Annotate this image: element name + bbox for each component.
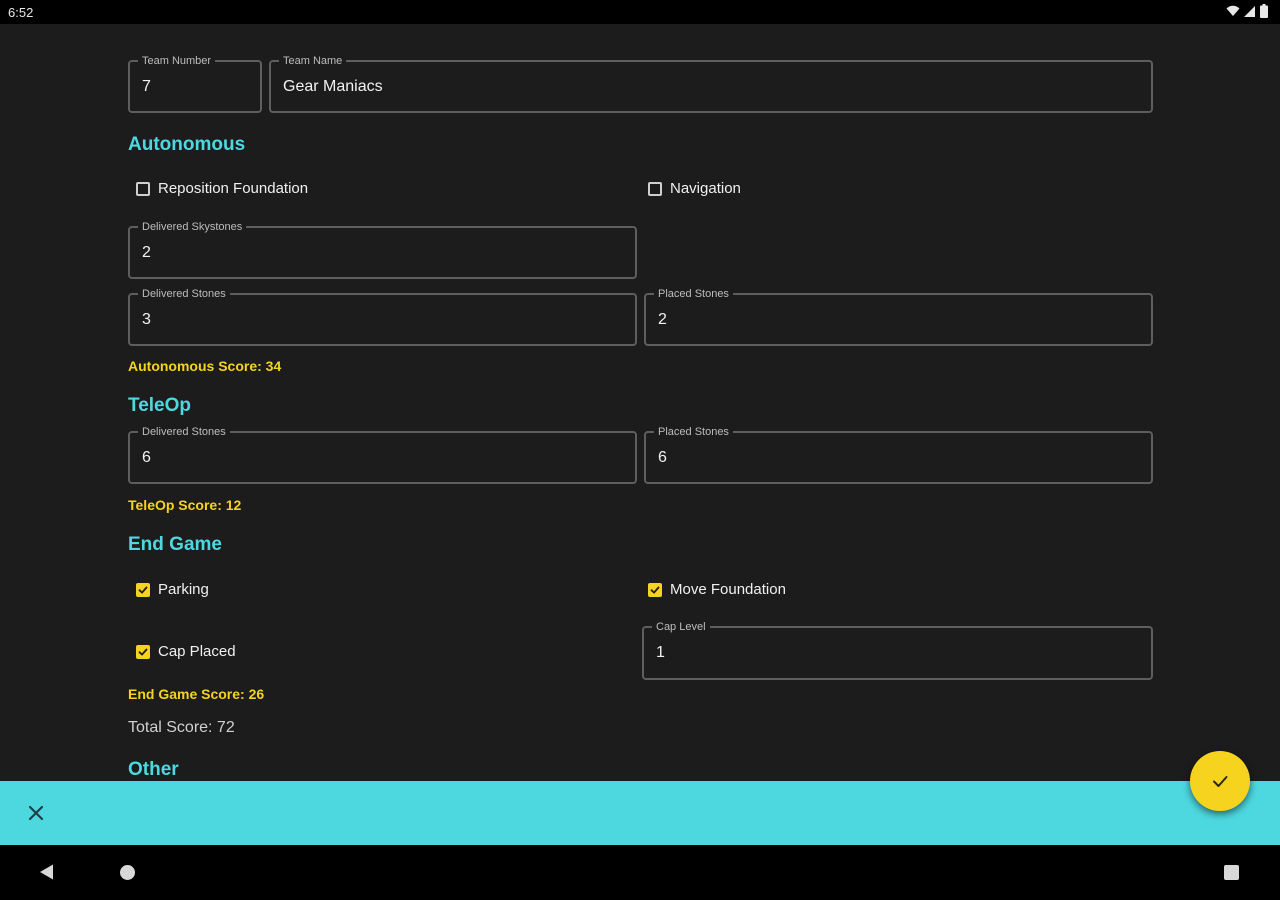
checkbox-box[interactable] bbox=[648, 582, 662, 597]
close-icon bbox=[28, 805, 44, 821]
teleop-delivered-stones-field[interactable]: Delivered Stones 6 bbox=[128, 425, 637, 484]
navigation-label: Navigation bbox=[670, 180, 741, 197]
status-icons bbox=[1226, 4, 1268, 18]
team-name-value: Gear Maniacs bbox=[283, 77, 383, 95]
back-icon[interactable] bbox=[38, 863, 56, 881]
teleop-delivered-stones-value: 6 bbox=[142, 448, 151, 466]
checkbox-box[interactable] bbox=[136, 582, 150, 597]
wifi-icon bbox=[1226, 5, 1240, 16]
cap-level-value: 1 bbox=[656, 644, 665, 661]
teleop-score: TeleOp Score: 12 bbox=[128, 497, 242, 513]
reposition-foundation-label: Reposition Foundation bbox=[158, 180, 309, 197]
teleop-placed-stones-label: Placed Stones bbox=[654, 425, 733, 439]
move-foundation-checkbox[interactable]: Move Foundation bbox=[648, 581, 786, 598]
auto-placed-stones-field[interactable]: Placed Stones 2 bbox=[644, 287, 1153, 346]
auto-delivered-stones-label: Delivered Stones bbox=[138, 287, 230, 301]
save-fab-button[interactable] bbox=[1190, 751, 1250, 811]
total-score: Total Score: 72 bbox=[128, 719, 235, 736]
status-time: 6:52 bbox=[8, 5, 34, 20]
autonomous-score: Autonomous Score: 34 bbox=[128, 358, 282, 374]
cap-level-label: Cap Level bbox=[652, 620, 710, 634]
checkbox-box[interactable] bbox=[648, 181, 662, 196]
system-nav-bar bbox=[0, 845, 1280, 900]
team-name-label: Team Name bbox=[279, 54, 347, 68]
parking-label: Parking bbox=[158, 581, 209, 598]
checkbox-box[interactable] bbox=[136, 181, 150, 196]
battery-icon bbox=[1260, 4, 1268, 18]
scoring-form: Team Number 7 Team Name Gear Maniacs Aut… bbox=[0, 24, 1280, 781]
auto-delivered-stones-value: 3 bbox=[142, 310, 151, 328]
cap-level-field[interactable]: Cap Level 1 bbox=[642, 620, 1153, 680]
close-button[interactable] bbox=[24, 801, 48, 825]
autonomous-title: Autonomous bbox=[128, 134, 246, 155]
navigation-checkbox[interactable]: Navigation bbox=[648, 180, 741, 197]
bottom-app-bar bbox=[0, 781, 1280, 845]
auto-delivered-skystones-value: 2 bbox=[142, 243, 151, 261]
auto-placed-stones-label: Placed Stones bbox=[654, 287, 733, 301]
other-title: Other bbox=[128, 759, 179, 780]
auto-delivered-skystones-label: Delivered Skystones bbox=[138, 220, 247, 234]
teleop-delivered-stones-label: Delivered Stones bbox=[138, 425, 230, 439]
team-name-field[interactable]: Team Name Gear Maniacs bbox=[269, 54, 1153, 113]
home-icon[interactable] bbox=[120, 865, 135, 880]
cap-placed-label: Cap Placed bbox=[158, 643, 236, 660]
reposition-foundation-checkbox[interactable]: Reposition Foundation bbox=[136, 180, 308, 197]
auto-placed-stones-value: 2 bbox=[658, 310, 667, 328]
check-icon bbox=[1213, 776, 1228, 787]
auto-delivered-stones-field[interactable]: Delivered Stones 3 bbox=[128, 287, 637, 346]
parking-checkbox[interactable]: Parking bbox=[136, 581, 209, 598]
team-number-value: 7 bbox=[142, 77, 151, 95]
teleop-placed-stones-field[interactable]: Placed Stones 6 bbox=[644, 425, 1153, 484]
team-number-label: Team Number bbox=[138, 54, 216, 68]
endgame-title: End Game bbox=[128, 534, 222, 555]
move-foundation-label: Move Foundation bbox=[670, 581, 786, 598]
status-bar: 6:52 bbox=[0, 0, 1280, 24]
auto-delivered-skystones-field[interactable]: Delivered Skystones 2 bbox=[128, 220, 637, 279]
endgame-score: End Game Score: 26 bbox=[128, 686, 265, 702]
teleop-placed-stones-value: 6 bbox=[658, 448, 667, 466]
recents-icon[interactable] bbox=[1224, 865, 1239, 880]
checkbox-box[interactable] bbox=[136, 644, 150, 659]
signal-icon bbox=[1244, 6, 1255, 17]
cap-placed-checkbox[interactable]: Cap Placed bbox=[136, 643, 236, 660]
teleop-title: TeleOp bbox=[128, 395, 191, 416]
team-number-field[interactable]: Team Number 7 bbox=[128, 54, 262, 113]
